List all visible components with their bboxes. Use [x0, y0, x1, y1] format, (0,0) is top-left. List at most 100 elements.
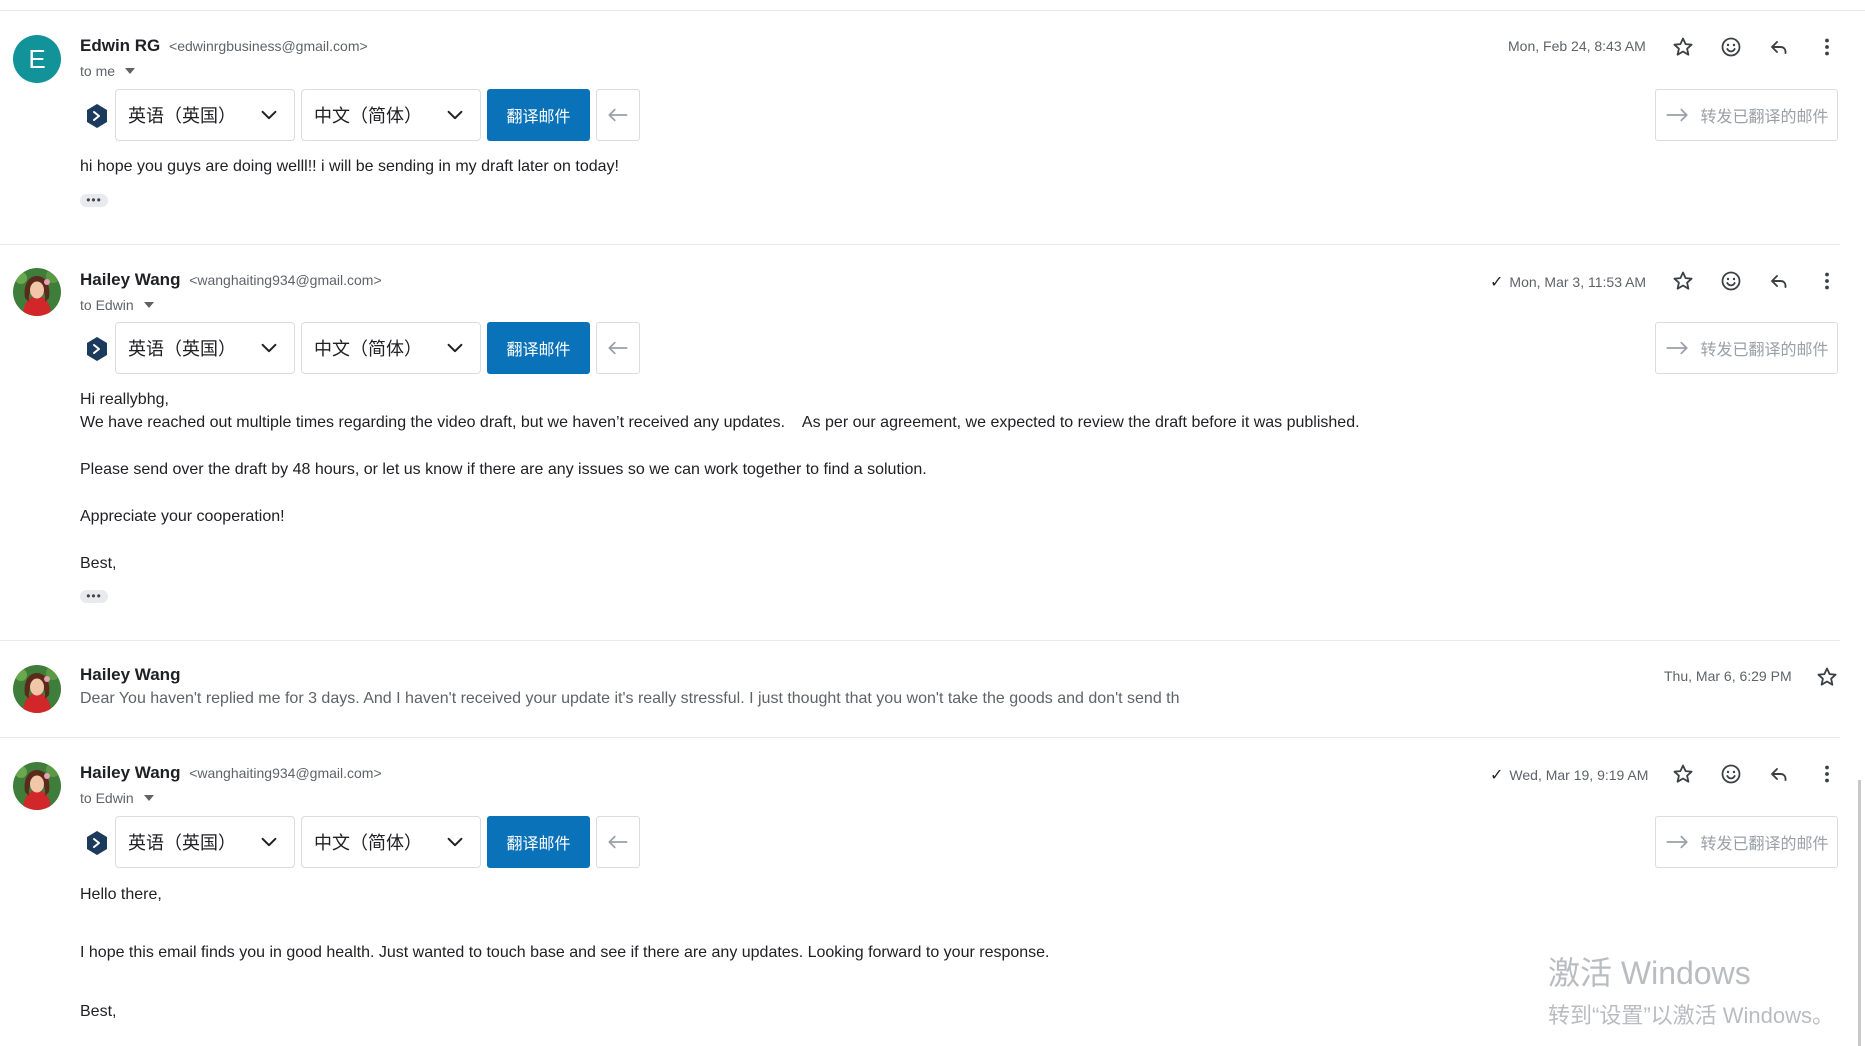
message-snippet[interactable]: Dear You haven't replied me for 3 days. … — [80, 690, 1180, 708]
forward-translated-label: 转发已翻译的邮件 — [1700, 836, 1829, 853]
target-language-select[interactable]: 中文（简体） — [301, 322, 481, 374]
show-trimmed-content-button[interactable]: ••• — [80, 590, 108, 603]
read-check-icon: ✓ — [1490, 767, 1504, 784]
arrow-left-icon — [605, 829, 631, 855]
sender-name[interactable]: Hailey Wang — [80, 763, 180, 782]
source-language-select[interactable]: 英语（英国） — [115, 816, 295, 868]
recipient-details[interactable]: to Edwin — [80, 297, 154, 313]
sender-name[interactable]: Hailey Wang — [80, 665, 180, 684]
chevron-down-icon — [258, 104, 280, 126]
forward-translated-label: 转发已翻译的邮件 — [1700, 109, 1829, 126]
arrow-right-icon — [1664, 829, 1690, 855]
chevron-down-icon — [444, 104, 466, 126]
revert-button[interactable] — [596, 816, 640, 868]
scrollbar[interactable] — [1858, 780, 1861, 1046]
windows-activation-watermark: 激活 Windows 转到“设置”以激活 Windows。 — [1548, 948, 1834, 1030]
arrow-left-icon — [605, 102, 631, 128]
source-language-value: 英语（英国） — [128, 833, 236, 853]
emoji-icon[interactable] — [1715, 265, 1747, 297]
emoji-icon[interactable] — [1715, 758, 1747, 790]
revert-button[interactable] — [596, 89, 640, 141]
message-body-line: We have reached out multiple times regar… — [80, 414, 1360, 431]
sender-name[interactable]: Hailey Wang — [80, 270, 180, 289]
message-body-line: Please send over the draft by 48 hours, … — [80, 461, 927, 478]
avatar-photo — [13, 762, 61, 810]
message-body-line: I hope this email finds you in good heal… — [80, 944, 1050, 961]
more-vert-icon[interactable] — [1811, 265, 1843, 297]
recipient-details[interactable]: to me — [80, 63, 136, 79]
avatar[interactable] — [13, 665, 61, 713]
caret-down-icon — [125, 68, 136, 74]
message-divider — [0, 640, 1840, 641]
star-icon[interactable] — [1667, 31, 1699, 63]
date-text: Wed, Mar 19, 9:19 AM — [1509, 767, 1649, 783]
star-icon[interactable] — [1811, 661, 1843, 693]
target-language-value: 中文（简体） — [314, 339, 422, 359]
forward-translated-button[interactable]: 转发已翻译的邮件 — [1655, 89, 1838, 141]
message-body-line: Appreciate your cooperation! — [80, 508, 285, 525]
emoji-icon[interactable] — [1715, 31, 1747, 63]
reply-icon[interactable] — [1763, 265, 1795, 297]
read-check-icon: ✓ — [1490, 274, 1504, 291]
translator-logo-icon — [85, 103, 109, 129]
source-language-value: 英语（英国） — [128, 339, 236, 359]
reply-icon[interactable] — [1763, 31, 1795, 63]
sender: Hailey Wang <wanghaiting934@gmail.com> — [80, 270, 382, 290]
recipient-label: to Edwin — [80, 790, 134, 806]
revert-button[interactable] — [596, 322, 640, 374]
sender-email: <wanghaiting934@gmail.com> — [189, 272, 382, 288]
arrow-right-icon — [1664, 102, 1690, 128]
message-date: Thu, Mar 6, 6:29 PM — [1664, 668, 1792, 684]
translate-email-button[interactable]: 翻译邮件 — [487, 89, 590, 141]
forward-translated-button[interactable]: 转发已翻译的邮件 — [1655, 816, 1838, 868]
translator-logo-icon — [85, 336, 109, 362]
sender[interactable]: Hailey Wang — [80, 665, 180, 685]
recipient-label: to Edwin — [80, 297, 134, 313]
message-body-line: Hi reallybhg, — [80, 391, 169, 408]
watermark-subtitle: 转到“设置”以激活 Windows。 — [1548, 1003, 1835, 1028]
sender-name[interactable]: Edwin RG — [80, 36, 160, 55]
reply-icon[interactable] — [1763, 758, 1795, 790]
forward-translated-button[interactable]: 转发已翻译的邮件 — [1655, 322, 1838, 374]
top-divider — [0, 10, 1865, 11]
source-language-value: 英语（英国） — [128, 106, 236, 126]
target-language-select[interactable]: 中文（简体） — [301, 89, 481, 141]
chevron-down-icon — [444, 337, 466, 359]
arrow-right-icon — [1664, 335, 1690, 361]
forward-translated-label: 转发已翻译的邮件 — [1700, 342, 1829, 359]
star-icon[interactable] — [1667, 758, 1699, 790]
date-text: Mon, Mar 3, 11:53 AM — [1509, 274, 1647, 290]
show-trimmed-content-button[interactable]: ••• — [80, 194, 108, 207]
sender-email: <edwinrgbusiness@gmail.com> — [169, 38, 368, 54]
sender-email: <wanghaiting934@gmail.com> — [189, 765, 382, 781]
translate-email-button[interactable]: 翻译邮件 — [487, 816, 590, 868]
chevron-down-icon — [258, 831, 280, 853]
avatar-photo — [13, 665, 61, 713]
message-divider — [0, 737, 1840, 738]
caret-down-icon — [143, 302, 154, 308]
message-date: ✓ Mon, Mar 3, 11:53 AM — [1490, 272, 1646, 292]
translator-logo-icon — [85, 830, 109, 856]
recipient-details[interactable]: to Edwin — [80, 790, 154, 806]
recipient-label: to me — [80, 63, 116, 79]
target-language-value: 中文（简体） — [314, 833, 422, 853]
source-language-select[interactable]: 英语（英国） — [115, 89, 295, 141]
avatar[interactable] — [13, 268, 61, 316]
avatar[interactable] — [13, 762, 61, 810]
chevron-down-icon — [258, 337, 280, 359]
star-icon[interactable] — [1667, 265, 1699, 297]
avatar[interactable]: E — [13, 35, 61, 83]
message-body-line: Best, — [80, 555, 117, 572]
sender: Hailey Wang <wanghaiting934@gmail.com> — [80, 763, 382, 783]
target-language-select[interactable]: 中文（简体） — [301, 816, 481, 868]
avatar-photo — [13, 268, 61, 316]
message-date: ✓ Wed, Mar 19, 9:19 AM — [1490, 765, 1648, 785]
source-language-select[interactable]: 英语（英国） — [115, 322, 295, 374]
message-divider — [0, 244, 1840, 245]
translate-email-button[interactable]: 翻译邮件 — [487, 322, 590, 374]
avatar-letter: E — [28, 43, 46, 74]
arrow-left-icon — [605, 335, 631, 361]
more-vert-icon[interactable] — [1811, 31, 1843, 63]
sender: Edwin RG <edwinrgbusiness@gmail.com> — [80, 36, 368, 56]
more-vert-icon[interactable] — [1811, 758, 1843, 790]
